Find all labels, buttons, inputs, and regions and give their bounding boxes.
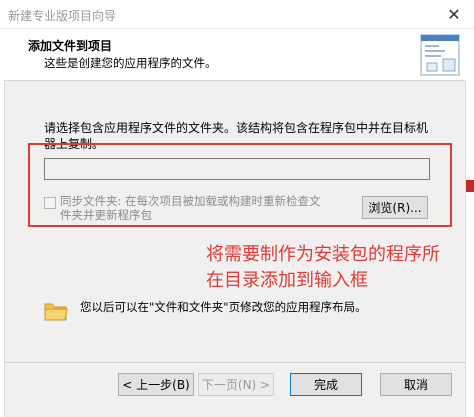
background-mark — [466, 180, 474, 192]
browse-button[interactable]: 浏览(R)... — [362, 196, 428, 219]
header-subtitle: 这些是创建您的应用程序的文件。 — [44, 56, 217, 70]
sync-folder-label: 同步文件夹: 在每次项目被加载或构建时重新检查文件夹并更新程序包 — [60, 194, 321, 222]
title-bar: 新建专业版项目向导 ✕ — [0, 0, 474, 29]
back-button[interactable]: < 上一步(B) — [118, 373, 194, 396]
sync-folder-checkbox[interactable] — [44, 197, 56, 209]
folder-path-input[interactable] — [44, 158, 430, 180]
layout-hint: 您以后可以在"文件和文件夹"页修改您的应用程序布局。 — [80, 300, 367, 314]
next-button[interactable]: 下一页(N) > — [198, 373, 274, 396]
folder-icon — [44, 303, 68, 321]
left-window-edge — [0, 80, 5, 417]
footer-divider — [4, 362, 466, 363]
right-window-edge — [465, 80, 474, 417]
wizard-header: 添加文件到项目 这些是创建您的应用程序的文件。 — [0, 29, 474, 81]
project-files-icon — [420, 34, 460, 76]
close-icon[interactable]: ✕ — [444, 4, 464, 24]
finish-button[interactable]: 完成 — [290, 373, 362, 396]
cancel-button[interactable]: 取消 — [380, 373, 452, 396]
header-title: 添加文件到项目 — [28, 39, 113, 53]
window-title: 新建专业版项目向导 — [8, 9, 117, 23]
annotation-text: 将需要制作为安装包的程序所在目录添加到输入框 — [206, 244, 440, 291]
